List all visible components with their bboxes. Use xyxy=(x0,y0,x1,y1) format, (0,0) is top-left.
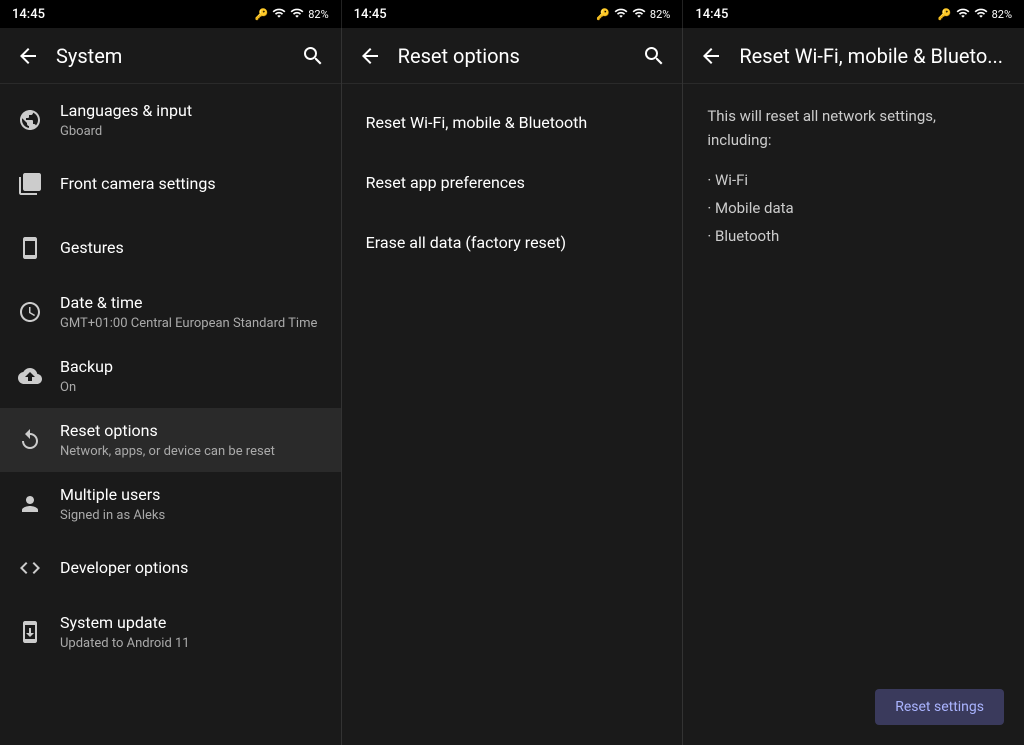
reset-wifi-panel: Reset Wi-Fi, mobile & Blueto... This wil… xyxy=(683,28,1024,745)
gestures-item-title: Gestures xyxy=(60,238,325,259)
front-camera-item-text: Front camera settings xyxy=(60,174,325,195)
system-update-item-subtitle: Updated to Android 11 xyxy=(60,636,325,651)
languages-item-subtitle: Gboard xyxy=(60,124,325,139)
key-icon-3: 🔑 xyxy=(938,8,952,21)
backup-item-subtitle: On xyxy=(60,380,325,395)
settings-item-system-update[interactable]: System update Updated to Android 11 xyxy=(0,600,341,664)
system-panel-header: System xyxy=(0,28,341,84)
system-panel-title: System xyxy=(56,44,285,68)
front-camera-item-title: Front camera settings xyxy=(60,174,325,195)
wifi-icon-1 xyxy=(272,6,286,23)
reset-wifi-panel-title: Reset Wi-Fi, mobile & Blueto... xyxy=(739,44,1008,68)
reset-options-item-subtitle: Network, apps, or device can be reset xyxy=(60,444,325,459)
clock-icon xyxy=(16,298,44,326)
battery-text-1: 82% xyxy=(308,8,328,21)
date-time-item-text: Date & time GMT+01:00 Central European S… xyxy=(60,293,325,331)
date-time-item-subtitle: GMT+01:00 Central European Standard Time xyxy=(60,316,325,331)
system-panel: System Languages & input Gboard xyxy=(0,28,342,745)
status-time-1: 14:45 xyxy=(12,7,45,22)
settings-item-backup[interactable]: Backup On xyxy=(0,344,341,408)
battery-text-3: 82% xyxy=(992,8,1012,21)
reset-options-panel-title: Reset options xyxy=(398,44,627,68)
wifi-list-item: · Wi-Fi xyxy=(707,168,1000,192)
battery-text-2: 82% xyxy=(650,8,670,21)
reset-options-search-button[interactable] xyxy=(642,44,666,68)
system-update-item-title: System update xyxy=(60,613,325,634)
erase-all-data-option[interactable]: Erase all data (factory reset) xyxy=(342,212,683,272)
reset-settings-button[interactable]: Reset settings xyxy=(875,689,1004,725)
signal-icon-2 xyxy=(632,6,646,23)
reset-wifi-info-text: This will reset all network settings, in… xyxy=(707,104,1000,152)
key-icon-2: 🔑 xyxy=(596,8,610,21)
settings-item-multiple-users[interactable]: Multiple users Signed in as Aleks xyxy=(0,472,341,536)
backup-item-text: Backup On xyxy=(60,357,325,395)
settings-item-developer[interactable]: Developer options xyxy=(0,536,341,600)
reset-options-item-title: Reset options xyxy=(60,421,325,442)
gestures-icon xyxy=(16,234,44,262)
status-bar: 14:45 🔑 82% 14:45 🔑 82% 14:45 � xyxy=(0,0,1024,28)
system-search-button[interactable] xyxy=(301,44,325,68)
reset-options-back-button[interactable] xyxy=(358,44,382,68)
backup-item-title: Backup xyxy=(60,357,325,378)
settings-item-reset-options[interactable]: Reset options Network, apps, or device c… xyxy=(0,408,341,472)
reset-options-item-text: Reset options Network, apps, or device c… xyxy=(60,421,325,459)
key-icon-1: 🔑 xyxy=(255,8,269,21)
settings-item-gestures[interactable]: Gestures xyxy=(0,216,341,280)
languages-item-title: Languages & input xyxy=(60,101,325,122)
status-panel-2: 14:45 🔑 82% xyxy=(342,0,684,28)
reset-options-panel-header: Reset options xyxy=(342,28,683,84)
settings-item-languages[interactable]: Languages & input Gboard xyxy=(0,88,341,152)
reset-app-preferences-option-label: Reset app preferences xyxy=(366,173,525,192)
signal-icon-1 xyxy=(290,6,304,23)
camera-icon xyxy=(16,170,44,198)
cloud-upload-icon xyxy=(16,362,44,390)
system-update-icon xyxy=(16,618,44,646)
system-back-button[interactable] xyxy=(16,44,40,68)
mobile-data-list-item: · Mobile data xyxy=(707,196,1000,220)
reset-options-panel: Reset options Reset Wi-Fi, mobile & Blue… xyxy=(342,28,684,745)
status-icons-2: 🔑 82% xyxy=(596,6,670,23)
person-icon xyxy=(16,490,44,518)
bluetooth-list-item: · Bluetooth xyxy=(707,224,1000,248)
settings-item-front-camera[interactable]: Front camera settings xyxy=(0,152,341,216)
multiple-users-item-subtitle: Signed in as Aleks xyxy=(60,508,325,523)
developer-item-title: Developer options xyxy=(60,558,325,579)
reset-wifi-back-button[interactable] xyxy=(699,44,723,68)
status-panel-1: 14:45 🔑 82% xyxy=(0,0,342,28)
reset-wifi-list: · Wi-Fi · Mobile data · Bluetooth xyxy=(707,168,1000,248)
languages-item-text: Languages & input Gboard xyxy=(60,101,325,139)
status-icons-3: 🔑 82% xyxy=(938,6,1012,23)
wifi-icon-3 xyxy=(956,6,970,23)
reset-wifi-option-label: Reset Wi-Fi, mobile & Bluetooth xyxy=(366,113,587,132)
reset-options-list: Reset Wi-Fi, mobile & Bluetooth Reset ap… xyxy=(342,84,683,745)
system-update-item-text: System update Updated to Android 11 xyxy=(60,613,325,651)
erase-all-data-option-label: Erase all data (factory reset) xyxy=(366,233,566,252)
settings-item-date-time[interactable]: Date & time GMT+01:00 Central European S… xyxy=(0,280,341,344)
status-time-2: 14:45 xyxy=(354,7,387,22)
reset-app-preferences-option[interactable]: Reset app preferences xyxy=(342,152,683,212)
main-content: System Languages & input Gboard xyxy=(0,28,1024,745)
system-settings-list: Languages & input Gboard Front camera se… xyxy=(0,84,341,745)
reset-wifi-info-content: This will reset all network settings, in… xyxy=(683,84,1024,745)
reset-wifi-option[interactable]: Reset Wi-Fi, mobile & Bluetooth xyxy=(342,92,683,152)
date-time-item-title: Date & time xyxy=(60,293,325,314)
wifi-icon-2 xyxy=(614,6,628,23)
developer-item-text: Developer options xyxy=(60,558,325,579)
gestures-item-text: Gestures xyxy=(60,238,325,259)
multiple-users-item-title: Multiple users xyxy=(60,485,325,506)
signal-icon-3 xyxy=(974,6,988,23)
status-icons-1: 🔑 82% xyxy=(255,6,329,23)
status-time-3: 14:45 xyxy=(695,7,728,22)
globe-icon xyxy=(16,106,44,134)
status-panel-3: 14:45 🔑 82% xyxy=(683,0,1024,28)
reset-wifi-panel-container: Reset Wi-Fi, mobile & Blueto... This wil… xyxy=(683,28,1024,745)
multiple-users-item-text: Multiple users Signed in as Aleks xyxy=(60,485,325,523)
code-icon xyxy=(16,554,44,582)
reset-icon xyxy=(16,426,44,454)
reset-wifi-panel-header: Reset Wi-Fi, mobile & Blueto... xyxy=(683,28,1024,84)
